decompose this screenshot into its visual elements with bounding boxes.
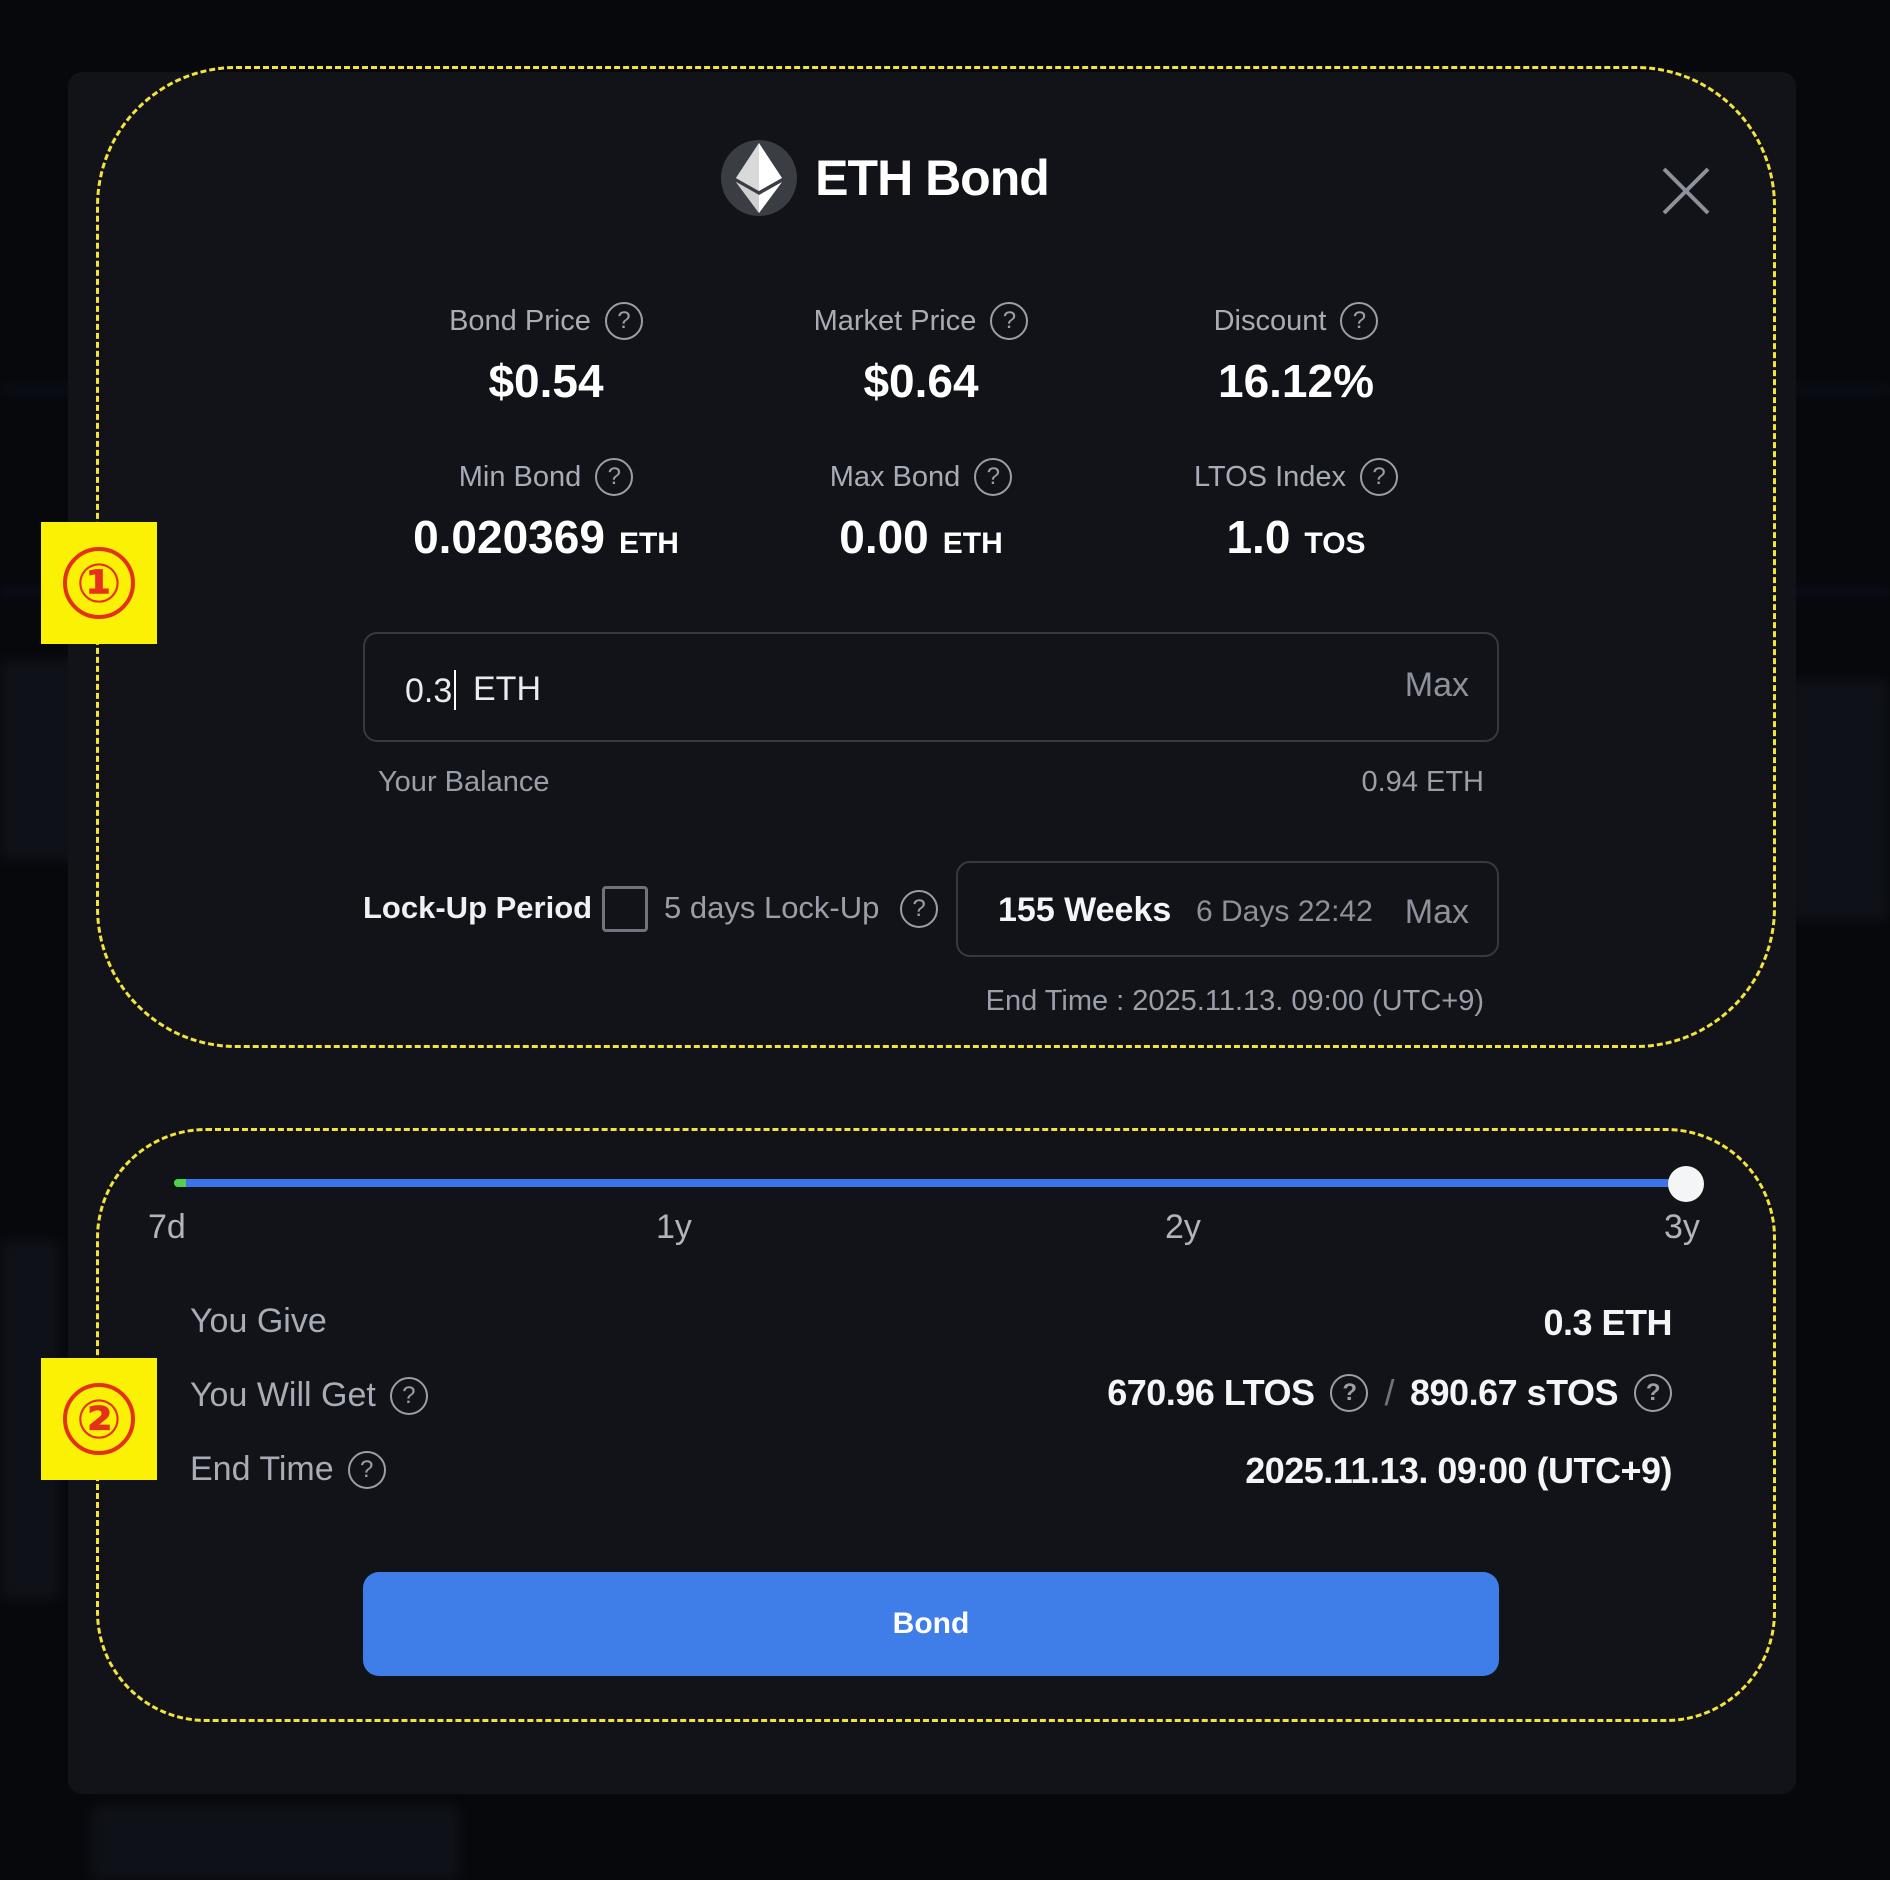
stat-ltos-index: LTOS Index? 1.0 TOS xyxy=(1106,458,1486,564)
ltos-amount: 670.96 LTOS xyxy=(1107,1372,1315,1413)
lockup-5days-checkbox[interactable] xyxy=(602,886,648,932)
stat-bond-price: Bond Price? $0.54 xyxy=(356,302,736,408)
you-give-value: 0.3 ETH xyxy=(1543,1302,1672,1343)
you-give-label: You Give xyxy=(190,1302,327,1340)
help-icon[interactable]: ? xyxy=(1330,1374,1369,1412)
end-time-value: 2025.11.13. 09:00 (UTC+9) xyxy=(1245,1450,1672,1491)
slider-tick-2y: 2y xyxy=(1165,1208,1201,1246)
slider-tick-7d: 7d xyxy=(148,1208,186,1246)
lockup-max-button[interactable]: Max xyxy=(1405,893,1469,932)
help-icon[interactable]: ? xyxy=(1634,1374,1672,1412)
help-icon[interactable]: ? xyxy=(389,1376,428,1415)
stat-min-bond: Min Bond? 0.020369 ETH xyxy=(356,458,736,564)
stat-label: Min Bond xyxy=(458,460,582,493)
annotation-number: ② xyxy=(63,1383,135,1455)
stat-value: $0.64 xyxy=(863,355,979,407)
annotation-number: ① xyxy=(63,547,135,619)
lockup-slider-start xyxy=(174,1179,186,1187)
lockup-remainder: 6 Days 22:42 xyxy=(1196,895,1373,928)
modal-title: ETH Bond xyxy=(815,150,1050,206)
lockup-slider-thumb[interactable] xyxy=(1668,1166,1704,1202)
stat-value: 16.12% xyxy=(1217,355,1374,407)
bond-button[interactable]: Bond xyxy=(363,1572,1499,1676)
end-time-label: End Time? xyxy=(190,1450,386,1489)
stat-unit: ETH xyxy=(942,527,1003,560)
close-icon[interactable] xyxy=(1660,165,1712,217)
help-icon[interactable]: ? xyxy=(347,1450,386,1489)
annotation-marker-2: ② xyxy=(41,1358,157,1480)
help-icon[interactable]: ? xyxy=(1360,458,1399,496)
ethereum-icon xyxy=(721,140,798,216)
stat-discount: Discount? 16.12% xyxy=(1106,302,1486,408)
stat-value: $0.54 xyxy=(488,355,604,407)
slider-tick-3y: 3y xyxy=(1664,1208,1700,1246)
stos-amount: 890.67 sTOS xyxy=(1410,1372,1619,1413)
stat-value: 0.020369 xyxy=(413,511,605,563)
stat-max-bond: Max Bond? 0.00 ETH xyxy=(731,458,1111,564)
balance-value: 0.94 ETH xyxy=(1361,766,1485,798)
bond-amount-input[interactable]: 0.3 ETH Max xyxy=(363,632,1499,742)
stat-label: Discount xyxy=(1213,304,1327,337)
stat-label: Bond Price xyxy=(449,304,591,337)
stat-label: LTOS Index xyxy=(1193,460,1347,493)
lockup-slider-track[interactable] xyxy=(174,1179,1690,1187)
stat-label: Market Price xyxy=(813,304,977,337)
you-will-get-value: 670.96 LTOS ? / 890.67 sTOS ? xyxy=(1107,1372,1672,1414)
help-icon[interactable]: ? xyxy=(604,302,643,340)
stat-unit: ETH xyxy=(618,527,679,560)
lockup-weeks-input[interactable]: 155 Weeks 6 Days 22:42 Max xyxy=(956,861,1499,957)
lockup-5days-label: 5 days Lock-Up xyxy=(664,890,880,925)
stat-label: Max Bond xyxy=(829,460,961,493)
annotation-marker-1: ① xyxy=(41,522,157,644)
stat-market-price: Market Price? $0.64 xyxy=(731,302,1111,408)
help-icon[interactable]: ? xyxy=(974,458,1013,496)
amount-value[interactable]: 0.3 xyxy=(405,670,458,711)
help-icon[interactable]: ? xyxy=(1340,302,1379,340)
modal-header: ETH Bond xyxy=(0,140,1830,216)
stat-value: 0.00 xyxy=(839,511,929,563)
help-icon[interactable]: ? xyxy=(990,302,1029,340)
amount-unit: ETH xyxy=(473,670,541,708)
help-icon[interactable]: ? xyxy=(595,458,634,496)
lockup-end-time: End Time : 2025.11.13. 09:00 (UTC+9) xyxy=(985,985,1484,1017)
lockup-period-label: Lock-Up Period xyxy=(363,890,593,925)
you-will-get-label: You Will Get? xyxy=(190,1376,428,1415)
help-icon[interactable]: ? xyxy=(900,890,938,928)
separator: / xyxy=(1384,1372,1394,1413)
amount-max-button[interactable]: Max xyxy=(1405,666,1469,705)
stat-value: 1.0 xyxy=(1226,511,1291,563)
stat-unit: TOS xyxy=(1304,527,1366,560)
lockup-weeks-value[interactable]: 155 Weeks xyxy=(998,891,1171,930)
balance-label: Your Balance xyxy=(378,766,550,798)
slider-tick-1y: 1y xyxy=(656,1208,692,1246)
